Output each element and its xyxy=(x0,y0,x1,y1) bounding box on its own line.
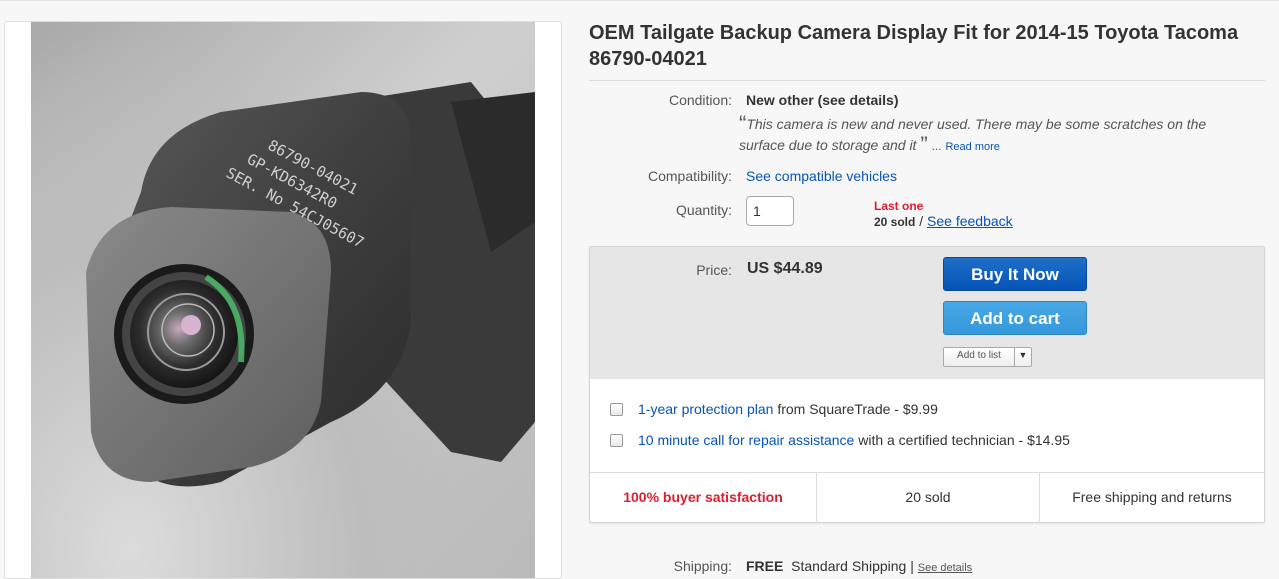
repair-call-text: with a certified technician - $14.95 xyxy=(858,432,1070,448)
availability-status: Last one xyxy=(874,199,924,213)
add-to-cart-button[interactable]: Add to cart xyxy=(943,301,1087,335)
see-feedback-link[interactable]: See feedback xyxy=(927,213,1013,229)
addon-protection-plan: 1-year protection plan from SquareTrade … xyxy=(610,401,938,417)
price-label: Price: xyxy=(696,262,732,278)
repair-call-checkbox[interactable] xyxy=(610,434,623,447)
buy-it-now-button[interactable]: Buy It Now xyxy=(943,257,1087,291)
listing-title: OEM Tailgate Backup Camera Display Fit f… xyxy=(589,22,1239,70)
repair-call-link[interactable]: 10 minute call for repair assistance xyxy=(638,432,854,448)
quantity-label: Quantity: xyxy=(675,202,732,218)
camera-illustration: 86790-04021 GP-KD6342R0 SER. No 54CJ0560… xyxy=(86,82,535,487)
condition-label: Condition: xyxy=(668,92,732,108)
close-quote-icon: ” xyxy=(920,132,928,157)
top-divider xyxy=(0,0,1279,1)
condition-ellipsis: ... xyxy=(931,139,942,153)
sold-separator: / xyxy=(919,213,924,229)
read-more-link[interactable]: Read more xyxy=(945,141,999,153)
protection-plan-text: from SquareTrade - $9.99 xyxy=(777,401,938,417)
price-value: US $44.89 xyxy=(747,260,823,277)
compatibility-label: Compatibility: xyxy=(647,168,732,184)
protection-plan-checkbox[interactable] xyxy=(610,403,623,416)
chevron-down-icon[interactable]: ▼ xyxy=(1016,350,1030,360)
buyer-satisfaction: 100% buyer satisfaction xyxy=(623,489,783,505)
add-to-list-label: Add to list xyxy=(957,350,1001,361)
price-section: Price: US $44.89 Buy It Now Add to cart … xyxy=(590,247,1264,379)
shipping-label: Shipping: xyxy=(673,558,732,574)
shipping-value: FREE Standard Shipping | See details xyxy=(746,558,972,574)
quantity-input[interactable] xyxy=(746,196,794,226)
product-image-panel[interactable]: 86790-04021 GP-KD6342R0 SER. No 54CJ0560… xyxy=(4,21,562,579)
add-to-list-separator xyxy=(1014,348,1015,366)
sold-count: 20 sold xyxy=(874,215,916,229)
highlights-sold: 20 sold xyxy=(905,489,951,505)
condition-value: New other (see details) xyxy=(746,92,899,108)
price-box: Price: US $44.89 Buy It Now Add to cart … xyxy=(589,246,1265,523)
shipping-method: Standard Shipping | xyxy=(791,558,914,574)
title-divider xyxy=(589,80,1265,81)
product-image[interactable]: 86790-04021 GP-KD6342R0 SER. No 54CJ0560… xyxy=(31,22,535,578)
add-to-list-button[interactable]: Add to list ▼ xyxy=(943,347,1032,367)
sold-feedback-line: 20 sold / See feedback xyxy=(874,213,1013,229)
condition-description: “This camera is new and never used. Ther… xyxy=(739,113,1239,158)
addon-repair-call: 10 minute call for repair assistance wit… xyxy=(610,432,1070,448)
shipping-details-link[interactable]: See details xyxy=(918,562,972,574)
compatible-vehicles-link[interactable]: See compatible vehicles xyxy=(746,168,897,184)
shipping-cost: FREE xyxy=(746,558,784,574)
protection-plan-link[interactable]: 1-year protection plan xyxy=(638,401,773,417)
highlights-shipping: Free shipping and returns xyxy=(1072,489,1232,505)
